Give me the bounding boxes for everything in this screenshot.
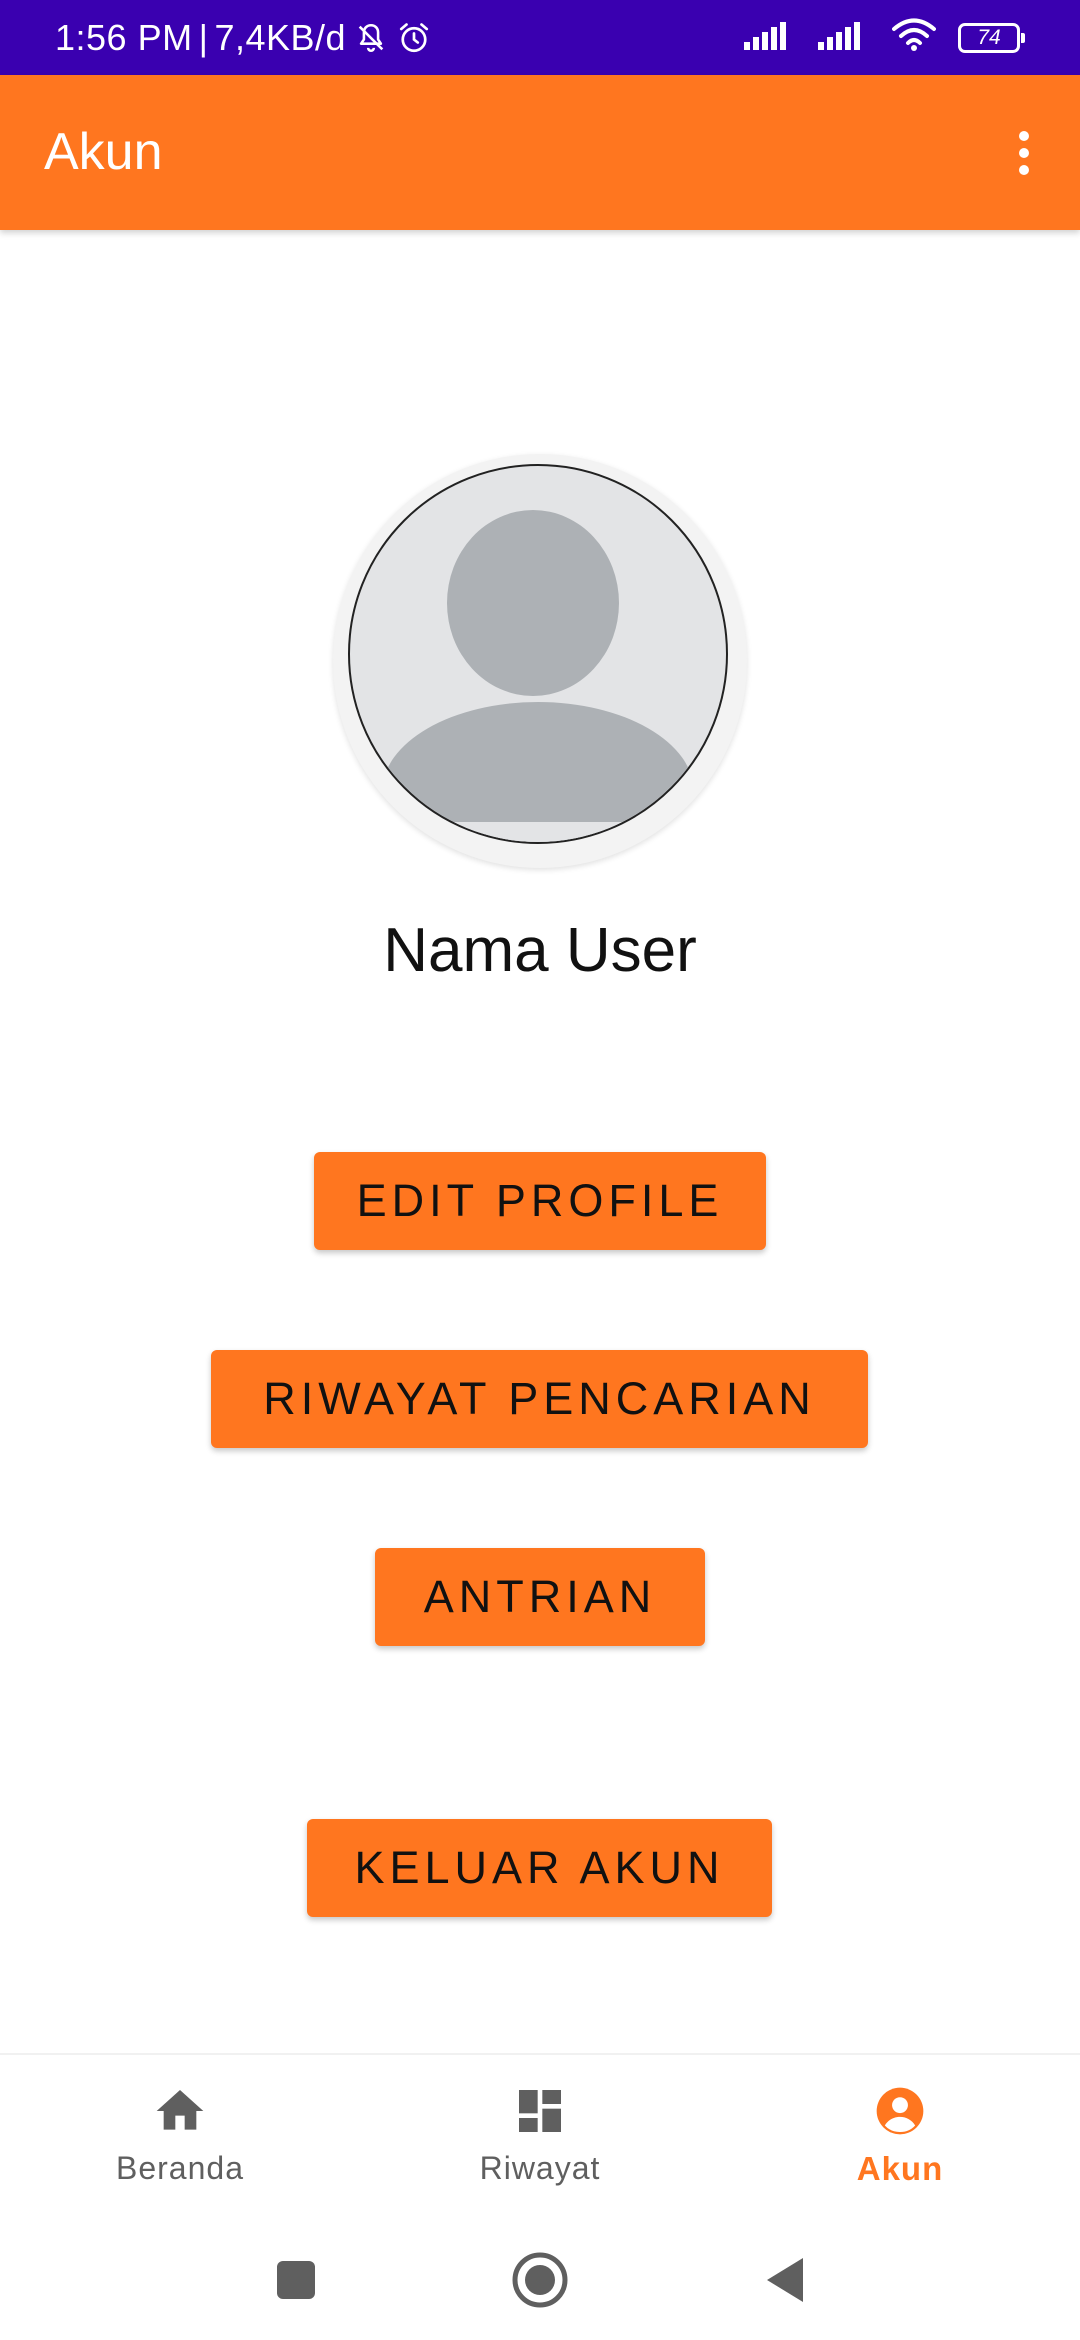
status-left: 1:56 PM | 7,4KB/d (55, 0, 432, 75)
battery-icon: 74 (958, 22, 1025, 53)
bell-off-icon (354, 20, 388, 56)
more-vertical-icon[interactable] (996, 125, 1052, 181)
default-avatar-icon (348, 464, 728, 844)
antrian-button[interactable]: ANTRIAN (375, 1548, 705, 1646)
nav-label-akun: Akun (856, 2150, 944, 2187)
alarm-icon (396, 20, 432, 56)
home-icon (150, 2083, 210, 2144)
wifi-icon (892, 18, 936, 57)
signal-icon (818, 20, 870, 55)
riwayat-pencarian-button[interactable]: RIWAYAT PENCARIAN (211, 1350, 868, 1448)
avatar (333, 454, 747, 868)
status-time: 1:56 PM (55, 16, 193, 58)
status-right: 74 (744, 0, 1025, 75)
recents-square-icon[interactable] (266, 2250, 326, 2310)
edit-profile-button[interactable]: EDIT PROFILE (314, 1152, 766, 1250)
nav-label-riwayat: Riwayat (479, 2150, 601, 2186)
signal-icon (744, 20, 796, 55)
system-navigation-bar (0, 2220, 1080, 2340)
battery-level: 74 (977, 25, 1001, 49)
nav-label-beranda: Beranda (116, 2150, 244, 2186)
status-bar: 1:56 PM | 7,4KB/d 74 (0, 0, 1080, 75)
app-bar: Akun (0, 75, 1080, 230)
dashboard-icon (512, 2083, 568, 2144)
keluar-akun-button[interactable]: KELUAR AKUN (307, 1819, 772, 1917)
bottom-navigation: Beranda Riwayat Akun (0, 2053, 1080, 2220)
home-circle-icon[interactable] (510, 2250, 570, 2310)
nav-item-beranda[interactable]: Beranda (0, 2055, 360, 2220)
page-title: Akun (44, 123, 163, 181)
user-name: Nama User (383, 916, 697, 985)
status-data-rate: 7,4KB/d (214, 16, 347, 58)
status-separator: | (198, 16, 209, 58)
back-triangle-icon[interactable] (755, 2250, 815, 2310)
nav-item-akun[interactable]: Akun (720, 2055, 1080, 2220)
account-circle-icon (870, 2083, 930, 2144)
nav-item-riwayat[interactable]: Riwayat (360, 2055, 720, 2220)
